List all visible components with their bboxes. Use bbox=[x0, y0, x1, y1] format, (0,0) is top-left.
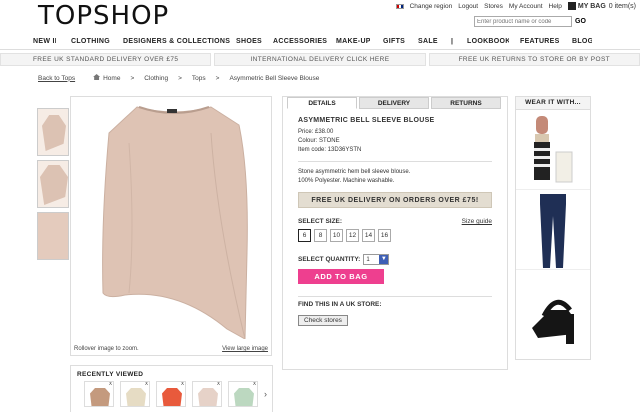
product-code: Item code: 13D36YSTN bbox=[298, 147, 362, 153]
check-stores-button[interactable]: Check stores bbox=[298, 315, 348, 326]
tab-details[interactable]: DETAILS bbox=[287, 97, 357, 109]
close-icon[interactable]: x bbox=[253, 382, 256, 387]
find-in-store-label: FIND THIS IN A UK STORE: bbox=[298, 301, 382, 308]
select-size-label: SELECT SIZE: bbox=[298, 218, 343, 225]
back-to-tops-link[interactable]: Back to Tops bbox=[38, 75, 75, 82]
recent-item[interactable]: x bbox=[192, 381, 222, 407]
thumbnail-front[interactable] bbox=[37, 108, 69, 156]
search-go-button[interactable]: GO bbox=[575, 16, 586, 27]
thumbnail-detail[interactable] bbox=[37, 212, 69, 260]
nav-gifts[interactable]: GIFTS bbox=[383, 38, 405, 45]
utility-bar: Change region Logout Stores My Account H… bbox=[395, 2, 636, 10]
free-delivery-banner: FREE UK DELIVERY ON ORDERS OVER £75! bbox=[298, 192, 492, 208]
bag-label: MY BAG bbox=[577, 2, 606, 10]
my-bag-button[interactable]: MY BAG 0 item(s) bbox=[567, 2, 636, 10]
breadcrumb-separator: > bbox=[178, 74, 182, 82]
nav-make-up[interactable]: MAKE-UP bbox=[336, 38, 370, 45]
size-16[interactable]: 16 bbox=[378, 229, 391, 242]
thumbnail-side[interactable] bbox=[37, 160, 69, 208]
search-input[interactable] bbox=[474, 16, 572, 27]
recent-item[interactable]: x bbox=[84, 381, 114, 407]
view-large-image-link[interactable]: View large image bbox=[222, 346, 268, 352]
product-description: Stone asymmetric hem bell sleeve blouse. bbox=[298, 169, 411, 175]
select-quantity-label: SELECT QUANTITY: bbox=[298, 256, 361, 263]
search-bar: GO bbox=[474, 16, 586, 27]
wear-item-jeans[interactable] bbox=[516, 190, 590, 270]
help-link[interactable]: Help bbox=[549, 3, 562, 10]
nav-shoes[interactable]: SHOES bbox=[236, 38, 262, 45]
size-6[interactable]: 6 bbox=[298, 229, 311, 242]
product-material: 100% Polyester. Machine washable. bbox=[298, 178, 395, 184]
product-thumbnails bbox=[37, 108, 69, 264]
size-selector: 6 8 10 12 14 16 bbox=[298, 229, 492, 242]
add-to-bag-button[interactable]: ADD TO BAG bbox=[298, 269, 384, 284]
breadcrumb-separator: > bbox=[215, 74, 220, 82]
wear-item-sandals[interactable] bbox=[516, 270, 590, 350]
nav-accessories[interactable]: ACCESSORIES bbox=[273, 38, 327, 45]
blouse-image bbox=[102, 106, 248, 339]
main-nav: NEW IN CLOTHING DESIGNERS & COLLECTIONS … bbox=[0, 33, 640, 50]
chevron-down-icon: ▼ bbox=[379, 255, 389, 264]
detail-tabs: DETAILS DELIVERY RETURNS bbox=[287, 97, 503, 109]
nav-blog[interactable]: BLOG bbox=[572, 38, 592, 45]
breadcrumb-tops[interactable]: Tops bbox=[192, 75, 206, 82]
size-14[interactable]: 14 bbox=[362, 229, 375, 242]
size-12[interactable]: 12 bbox=[346, 229, 359, 242]
promo-free-delivery[interactable]: FREE UK STANDARD DELIVERY OVER £75 bbox=[0, 53, 212, 66]
breadcrumb-home-label: Home bbox=[103, 75, 121, 82]
close-icon[interactable]: x bbox=[145, 382, 148, 387]
recently-viewed-panel: RECENTLY VIEWED x x x x x › bbox=[70, 365, 273, 412]
product-price: Price: £38.00 bbox=[298, 129, 334, 135]
product-colour: Colour: STONE bbox=[298, 138, 340, 144]
breadcrumb-clothing[interactable]: Clothing bbox=[144, 75, 168, 82]
main-product-image[interactable]: Rollover image to zoom. View large image bbox=[70, 96, 272, 356]
bag-icon bbox=[567, 2, 576, 10]
recent-item[interactable]: x bbox=[120, 381, 150, 407]
breadcrumb-separator: > bbox=[130, 74, 135, 82]
wear-item-lipstick[interactable] bbox=[516, 110, 590, 190]
tab-delivery[interactable]: DELIVERY bbox=[359, 97, 429, 109]
breadcrumb: Back to Tops Home > Clothing > Tops > As… bbox=[38, 74, 319, 82]
delivery-promo-strip: FREE UK STANDARD DELIVERY OVER £75 INTER… bbox=[0, 53, 640, 66]
nav-new-in[interactable]: NEW IN bbox=[33, 38, 56, 45]
recent-item[interactable]: x bbox=[228, 381, 258, 407]
quantity-value: 1 bbox=[366, 256, 370, 263]
home-icon bbox=[93, 74, 101, 80]
zoom-caption: Rollover image to zoom. bbox=[74, 346, 139, 352]
size-guide-link[interactable]: Size guide bbox=[462, 218, 492, 225]
recent-item[interactable]: x bbox=[156, 381, 186, 407]
nav-divider: | bbox=[451, 37, 454, 45]
quantity-select[interactable]: 1 ▼ bbox=[363, 254, 390, 265]
nav-lookbook[interactable]: LOOKBOOK bbox=[467, 38, 509, 45]
close-icon[interactable]: x bbox=[181, 382, 184, 387]
recently-viewed-title: RECENTLY VIEWED bbox=[77, 371, 144, 378]
size-8[interactable]: 8 bbox=[314, 229, 327, 242]
size-10[interactable]: 10 bbox=[330, 229, 343, 242]
chevron-right-icon[interactable]: › bbox=[264, 389, 267, 399]
stores-link[interactable]: Stores bbox=[484, 3, 503, 10]
product-title: ASYMMETRIC BELL SLEEVE BLOUSE bbox=[298, 117, 435, 124]
nav-sale[interactable]: SALE bbox=[418, 38, 438, 45]
promo-returns[interactable]: FREE UK RETURNS TO STORE OR BY POST bbox=[428, 53, 640, 66]
nav-features[interactable]: FEATURES bbox=[520, 38, 560, 45]
breadcrumb-current: Asymmetric Bell Sleeve Blouse bbox=[229, 74, 320, 82]
wear-it-with-panel: WEAR IT WITH... bbox=[515, 96, 591, 360]
my-account-link[interactable]: My Account bbox=[509, 3, 543, 10]
product-detail-panel: DETAILS DELIVERY RETURNS ASYMMETRIC BELL… bbox=[282, 96, 508, 370]
nav-clothing[interactable]: CLOTHING bbox=[71, 38, 110, 45]
nav-designers[interactable]: DESIGNERS & COLLECTIONS bbox=[123, 38, 230, 45]
close-icon[interactable]: x bbox=[109, 382, 112, 387]
bag-count: 0 item(s) bbox=[608, 2, 636, 10]
topshop-logo[interactable]: TOPSHOP bbox=[38, 1, 169, 31]
tab-returns[interactable]: RETURNS bbox=[431, 97, 501, 109]
breadcrumb-home[interactable]: Home bbox=[93, 74, 120, 82]
logout-link[interactable]: Logout bbox=[458, 3, 478, 10]
close-icon[interactable]: x bbox=[217, 382, 220, 387]
promo-international[interactable]: INTERNATIONAL DELIVERY CLICK HERE bbox=[214, 53, 426, 66]
change-region-link[interactable]: Change region bbox=[410, 3, 453, 10]
uk-flag-icon bbox=[395, 3, 404, 9]
wear-it-with-title: WEAR IT WITH... bbox=[516, 97, 590, 110]
